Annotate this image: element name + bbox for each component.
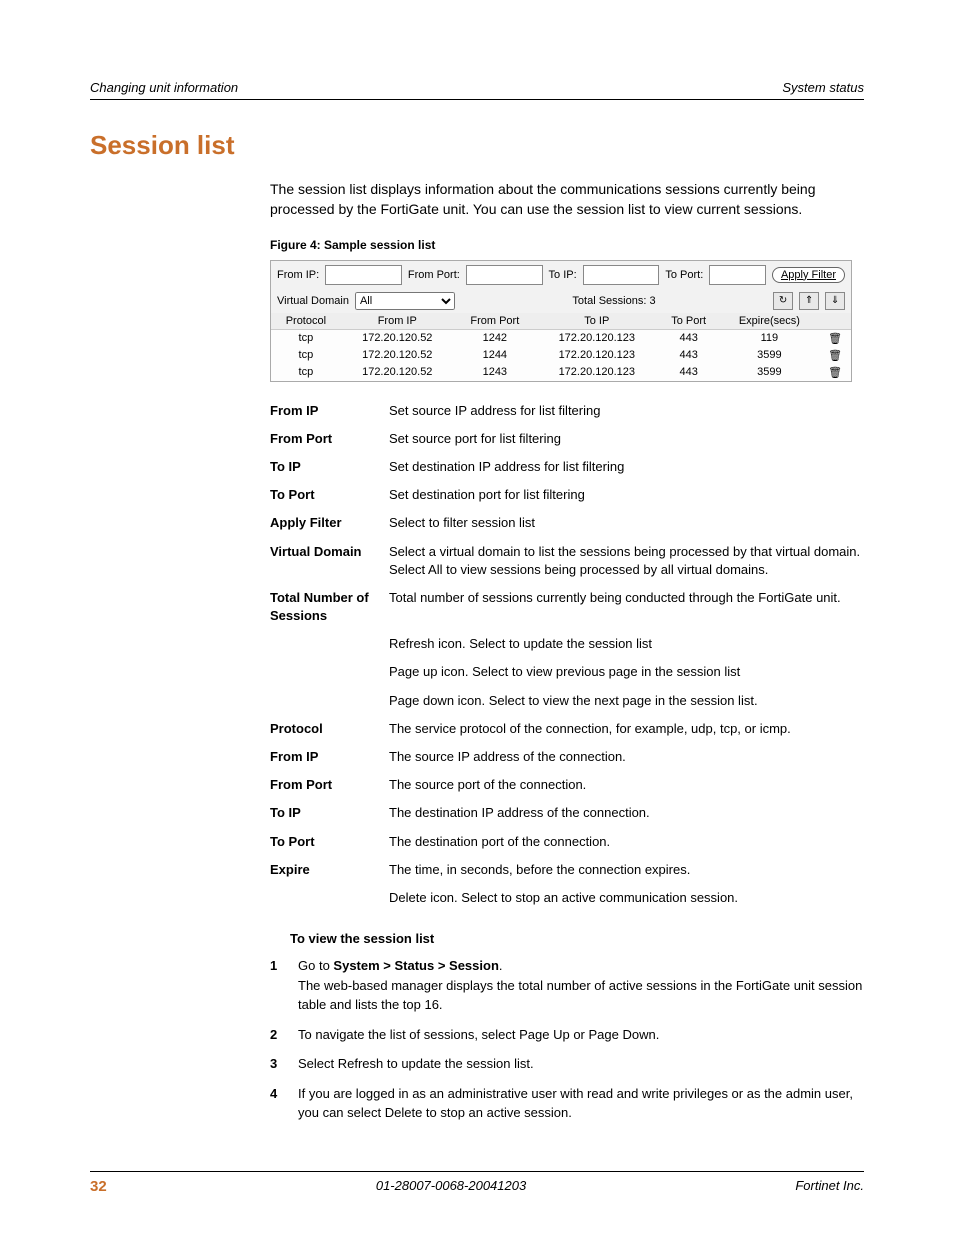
header-left: Changing unit information [90,80,238,95]
step-text: Go to System > Status > Session.The web-… [298,958,862,1012]
step-text: To navigate the list of sessions, select… [298,1027,659,1042]
definition-term: Virtual Domain [270,543,385,579]
page-number: 32 [90,1178,107,1195]
step-number: 1 [270,956,277,976]
definition-term [270,635,385,653]
company-name: Fortinet Inc. [795,1178,864,1195]
definition-desc: Set source IP address for list filtering [389,402,864,420]
column-header [819,313,851,330]
apply-filter-button[interactable]: Apply Filter [772,267,845,283]
column-header: To Port [658,313,720,330]
intro-paragraph: The session list displays information ab… [270,179,864,220]
from-port-label: From Port: [408,269,460,281]
definition-desc: The source port of the connection. [389,776,864,794]
table-row: tcp172.20.120.521243172.20.120.123443359… [271,364,851,381]
definition-desc: Set source port for list filtering [389,430,864,448]
step-number: 2 [270,1025,277,1045]
definition-term: To IP [270,804,385,822]
definition-term: To IP [270,458,385,476]
virtual-domain-select[interactable]: All [355,292,455,310]
step-number: 4 [270,1084,277,1104]
definition-desc: The time, in seconds, before the connect… [389,861,864,879]
column-header: From IP [341,313,454,330]
column-header: To IP [536,313,658,330]
step-item: 1 Go to System > Status > Session.The web… [270,956,864,1015]
definition-term: From Port [270,776,385,794]
definition-term: To Port [270,486,385,504]
column-header: From Port [454,313,536,330]
definition-term [270,663,385,681]
definition-desc: Select to filter session list [389,514,864,532]
column-header: Expire(secs) [720,313,820,330]
from-ip-label: From IP: [277,269,319,281]
definition-desc: Set destination port for list filtering [389,486,864,504]
definition-desc: Select a virtual domain to list the sess… [389,543,864,579]
definition-term: From IP [270,402,385,420]
definition-term: Total Number of Sessions [270,589,385,625]
definition-desc: Refresh icon. Select to update the sessi… [389,635,864,653]
definition-desc: Total number of sessions currently being… [389,589,864,625]
page-up-icon[interactable]: ⇑ [799,292,819,310]
virtual-domain-label: Virtual Domain [277,295,349,307]
definition-desc: The destination port of the connection. [389,833,864,851]
header-right: System status [782,80,864,95]
page-down-icon[interactable]: ⇓ [825,292,845,310]
definition-desc: Delete icon. Select to stop an active co… [389,889,864,907]
step-item: 3 Select Refresh to update the session li… [270,1054,864,1074]
to-ip-input[interactable] [583,265,660,285]
definition-term [270,889,385,907]
column-header: Protocol [271,313,341,330]
definition-term [270,692,385,710]
refresh-icon[interactable]: ↻ [773,292,793,310]
table-row: tcp172.20.120.521244172.20.120.123443359… [271,347,851,364]
step-item: 4 If you are logged in as an administrati… [270,1084,864,1123]
definition-term: Protocol [270,720,385,738]
definition-term: Apply Filter [270,514,385,532]
definition-term: To Port [270,833,385,851]
doc-id: 01-28007-0068-20041203 [376,1178,526,1195]
to-port-input[interactable] [709,265,766,285]
delete-icon[interactable]: 🗑 [819,347,851,364]
definition-desc: Set destination IP address for list filt… [389,458,864,476]
session-table: ProtocolFrom IPFrom PortTo IPTo PortExpi… [271,313,851,381]
step-number: 3 [270,1054,277,1074]
definition-desc: Page down icon. Select to view the next … [389,692,864,710]
definition-desc: The destination IP address of the connec… [389,804,864,822]
delete-icon[interactable]: 🗑 [819,364,851,381]
procedure-heading: To view the session list [290,931,864,946]
definitions-list: From IPSet source IP address for list fi… [270,402,864,908]
definition-desc: The service protocol of the connection, … [389,720,864,738]
to-port-label: To Port: [665,269,703,281]
definition-term: Expire [270,861,385,879]
figure-caption: Figure 4: Sample session list [270,238,864,252]
steps-list: 1 Go to System > Status > Session.The web… [270,956,864,1123]
step-item: 2 To navigate the list of sessions, selec… [270,1025,864,1045]
definition-desc: Page up icon. Select to view previous pa… [389,663,864,681]
definition-term: From IP [270,748,385,766]
page-title: Session list [90,130,864,161]
total-sessions-label: Total Sessions: 3 [572,295,655,307]
to-ip-label: To IP: [549,269,577,281]
definition-desc: The source IP address of the connection. [389,748,864,766]
delete-icon[interactable]: 🗑 [819,329,851,347]
session-list-screenshot: From IP: From Port: To IP: To Port: Appl… [270,260,852,382]
table-row: tcp172.20.120.521242172.20.120.123443119… [271,329,851,347]
step-text: If you are logged in as an administrativ… [298,1086,853,1121]
from-ip-input[interactable] [325,265,402,285]
from-port-input[interactable] [466,265,543,285]
definition-term: From Port [270,430,385,448]
step-text: Select Refresh to update the session lis… [298,1056,534,1071]
